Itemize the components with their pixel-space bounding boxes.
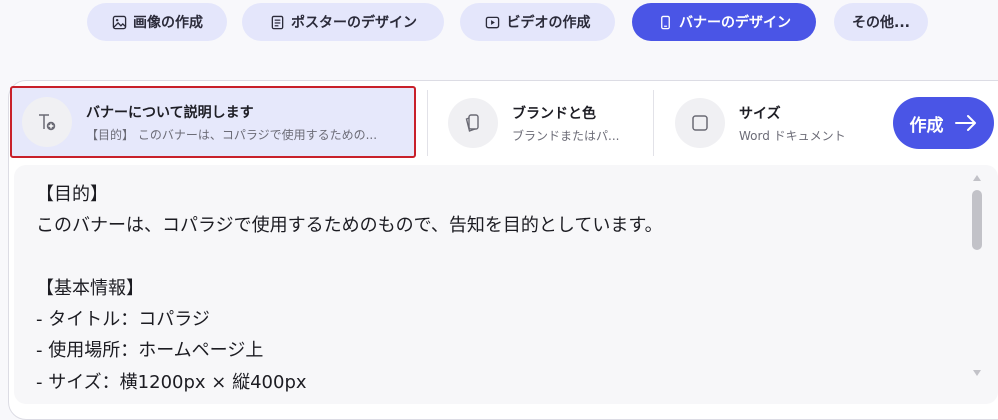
scroll-down-arrow-icon[interactable] (972, 369, 982, 377)
tab-more[interactable]: その他... (834, 3, 928, 41)
tab-label: ビデオの作成 (506, 15, 591, 31)
prompt-textarea[interactable]: 【目的】 このバナーは、コパラジで使用するためのもので、告知を目的としています。… (14, 165, 998, 404)
image-icon (111, 14, 127, 30)
creation-type-tabs: 画像の作成 ポスターのデザイン ビデオの作成 バナーのデザイン その他... (0, 3, 998, 41)
create-button[interactable]: 作成 (893, 97, 994, 149)
option-subtitle: Word ドキュメント (739, 128, 846, 143)
tab-create-video[interactable]: ビデオの作成 (460, 3, 615, 41)
tab-create-image[interactable]: 画像の作成 (87, 3, 227, 41)
tab-design-banner[interactable]: バナーのデザイン (632, 3, 816, 41)
video-play-icon (485, 14, 501, 30)
phone-icon (657, 14, 673, 30)
option-title: ブランドと色 (512, 105, 596, 122)
tab-label: ポスターのデザイン (291, 15, 417, 31)
option-divider (427, 90, 428, 156)
create-button-label: 作成 (909, 115, 944, 136)
describe-banner-option[interactable]: バナーについて説明します 【目的】 このバナーは、コパラジで使用するための... (10, 86, 416, 158)
tab-label: 画像の作成 (133, 15, 203, 31)
prompt-text[interactable]: 【目的】 このバナーは、コパラジで使用するためのもので、告知を目的としています。… (14, 165, 998, 398)
text-add-icon (22, 97, 72, 147)
option-title: サイズ (739, 105, 781, 122)
tab-label: バナーのデザイン (679, 15, 791, 31)
option-divider (653, 90, 654, 156)
brand-palette-icon (448, 98, 498, 148)
size-option[interactable]: サイズ Word ドキュメント (675, 88, 875, 158)
option-subtitle: 【目的】 このバナーは、コパラジで使用するための... (86, 127, 378, 142)
option-title: バナーについて説明します (86, 104, 254, 121)
arrow-right-icon (954, 115, 976, 131)
brand-color-option[interactable]: ブランドと色 ブランドまたはパ... (448, 88, 638, 158)
scroll-up-arrow-icon[interactable] (972, 174, 982, 182)
square-size-icon (675, 98, 725, 148)
option-subtitle: ブランドまたはパ... (512, 128, 620, 143)
tab-design-poster[interactable]: ポスターのデザイン (242, 3, 444, 41)
document-icon (269, 14, 285, 30)
scrollbar-thumb[interactable] (972, 190, 982, 250)
tab-label: その他... (852, 15, 910, 31)
